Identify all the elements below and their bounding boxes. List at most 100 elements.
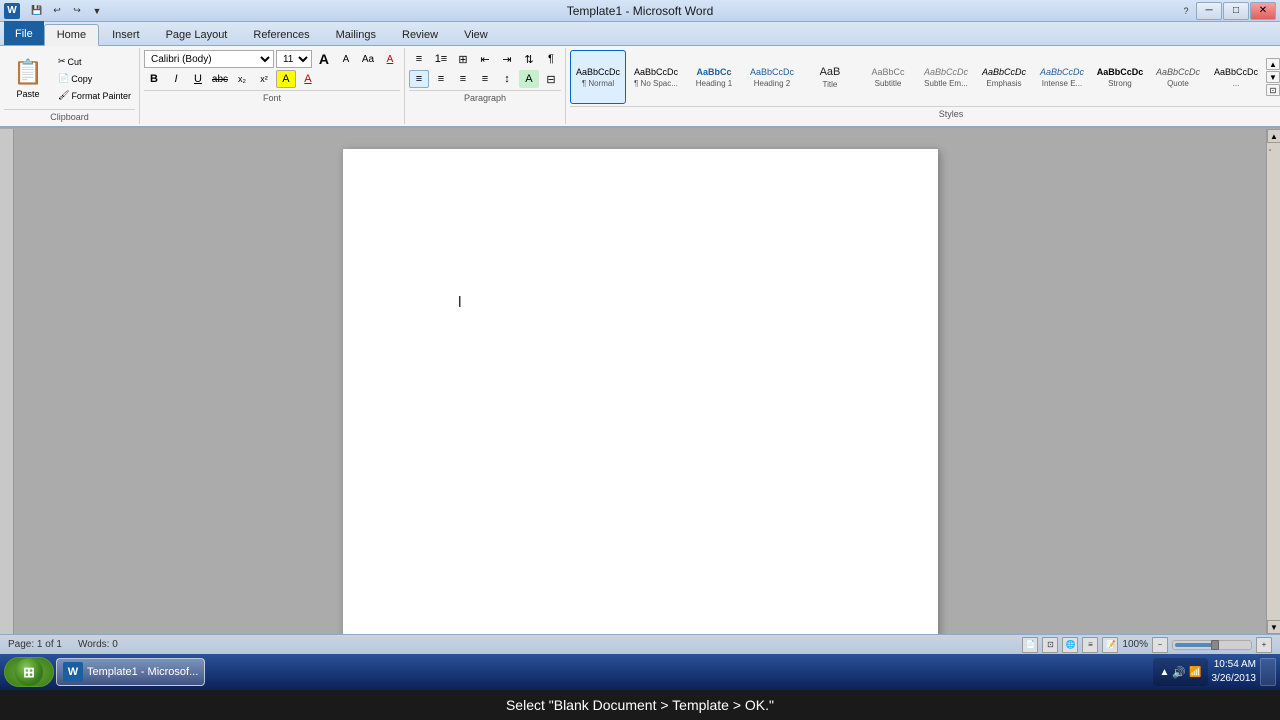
show-desktop-btn[interactable]: [1260, 658, 1276, 686]
gallery-up-btn[interactable]: ▲: [1266, 58, 1280, 70]
multilevel-btn[interactable]: ⊞: [453, 50, 473, 68]
clipboard-small-buttons: ✂ Cut 📄 Copy 🖌 Format Painter: [54, 54, 135, 103]
help-btn[interactable]: ?: [1177, 2, 1195, 20]
tab-insert[interactable]: Insert: [99, 23, 153, 45]
format-painter-button[interactable]: 🖌 Format Painter: [54, 88, 135, 103]
style-title-preview: AaB: [820, 66, 841, 78]
style-heading2-name: Heading 2: [754, 79, 790, 88]
decrease-indent-btn[interactable]: ⇤: [475, 50, 495, 68]
show-para-marks-btn[interactable]: ¶: [541, 50, 561, 68]
style-heading1[interactable]: AaBbCc Heading 1: [686, 50, 742, 104]
draft-view-btn[interactable]: 📝: [1102, 637, 1118, 653]
zoom-in-btn[interactable]: +: [1256, 637, 1272, 653]
align-right-btn[interactable]: ≡: [453, 70, 473, 88]
style-more-name: ...: [1233, 79, 1240, 88]
clear-format-btn[interactable]: A: [380, 50, 400, 68]
style-intense-e[interactable]: AaBbCcDc Intense E...: [1034, 50, 1090, 104]
style-emphasis[interactable]: AaBbCcDc Emphasis: [976, 50, 1032, 104]
document-area[interactable]: ▲ ▼ I: [0, 129, 1280, 634]
zoom-level: 100%: [1122, 639, 1148, 650]
minimize-btn[interactable]: ─: [1196, 2, 1222, 20]
tab-view[interactable]: View: [451, 23, 501, 45]
scroll-up-btn[interactable]: ▲: [1267, 129, 1280, 143]
instruction-text: Select "Blank Document > Template > OK.": [506, 697, 774, 713]
gallery-scroll: ▲ ▼ ⊡: [1266, 58, 1280, 96]
font-color-btn[interactable]: A: [298, 70, 318, 88]
tab-mailings[interactable]: Mailings: [323, 23, 389, 45]
font-size-select[interactable]: 11: [276, 50, 312, 68]
maximize-btn[interactable]: □: [1223, 2, 1249, 20]
line-spacing-btn[interactable]: ↕: [497, 70, 517, 88]
shading-btn[interactable]: A: [519, 70, 539, 88]
style-subtle-em[interactable]: AaBbCcDc Subtle Em...: [918, 50, 974, 104]
sort-btn[interactable]: ⇅: [519, 50, 539, 68]
network-icon: 📶: [1189, 667, 1201, 678]
gallery-more-btn[interactable]: ⊡: [1266, 84, 1280, 96]
subscript-btn[interactable]: x₂: [232, 70, 252, 88]
text-highlight-btn[interactable]: A: [276, 70, 296, 88]
bold-btn[interactable]: B: [144, 70, 164, 88]
change-case-btn[interactable]: Aa: [358, 50, 378, 68]
redo-quick-btn[interactable]: ↪: [68, 2, 86, 20]
style-no-spacing[interactable]: AaBbCcDc ¶ No Spac...: [628, 50, 684, 104]
style-normal[interactable]: AaBbCcDc ¶ Normal: [570, 50, 626, 104]
bullets-btn[interactable]: ≡: [409, 50, 429, 68]
style-heading2[interactable]: AaBbCcDc Heading 2: [744, 50, 800, 104]
document-page[interactable]: I: [343, 149, 938, 634]
font-family-select[interactable]: Calibri (Body): [144, 50, 274, 68]
full-screen-view-btn[interactable]: ⊡: [1042, 637, 1058, 653]
quick-access-toolbar: 💾 ↩ ↪ ▼: [28, 2, 106, 20]
start-button[interactable]: ⊞: [4, 657, 54, 687]
word-taskbar-btn[interactable]: W Template1 - Microsof...: [56, 658, 205, 686]
undo-quick-btn[interactable]: ↩: [48, 2, 66, 20]
strikethrough-btn[interactable]: abc: [210, 70, 230, 88]
word-count: Words: 0: [78, 639, 118, 650]
copy-button[interactable]: 📄 Copy: [54, 71, 135, 86]
align-center-btn[interactable]: ≡: [431, 70, 451, 88]
grow-font-btn[interactable]: A: [314, 50, 334, 68]
font-group-content: Calibri (Body) 11 A A Aa A B I U abc x₂: [144, 50, 400, 88]
web-layout-view-btn[interactable]: 🌐: [1062, 637, 1078, 653]
style-quote-name: Quote: [1167, 79, 1189, 88]
scroll-thumb[interactable]: [1269, 149, 1271, 151]
zoom-out-btn[interactable]: −: [1152, 637, 1168, 653]
underline-btn[interactable]: U: [188, 70, 208, 88]
shrink-font-btn[interactable]: A: [336, 50, 356, 68]
font-group: Calibri (Body) 11 A A Aa A B I U abc x₂: [140, 48, 405, 124]
style-strong[interactable]: AaBbCcDc Strong: [1092, 50, 1148, 104]
tray-icon1: ▲: [1159, 667, 1169, 678]
style-subtitle[interactable]: AaBbCc Subtitle: [860, 50, 916, 104]
cut-button[interactable]: ✂ Cut: [54, 54, 135, 69]
tab-review[interactable]: Review: [389, 23, 451, 45]
font-label: Font: [144, 90, 400, 103]
speaker-icon: 🔊: [1172, 666, 1186, 679]
paste-button[interactable]: 📋 Paste: [4, 55, 52, 103]
style-quote[interactable]: AaBbCcDc Quote: [1150, 50, 1206, 104]
tab-file[interactable]: File: [4, 21, 44, 45]
styles-group: AaBbCcDc ¶ Normal AaBbCcDc ¶ No Spac... …: [566, 48, 1280, 124]
numbering-btn[interactable]: 1≡: [431, 50, 451, 68]
gallery-down-btn[interactable]: ▼: [1266, 71, 1280, 83]
increase-indent-btn[interactable]: ⇥: [497, 50, 517, 68]
word-taskbar-icon: W: [63, 662, 83, 682]
align-left-btn[interactable]: ≡: [409, 70, 429, 88]
style-more[interactable]: AaBbCcDc ...: [1208, 50, 1264, 104]
tab-home[interactable]: Home: [44, 24, 99, 46]
scroll-down-btn[interactable]: ▼: [1267, 620, 1280, 634]
zoom-slider-thumb[interactable]: [1211, 640, 1219, 650]
print-layout-view-btn[interactable]: 📄: [1022, 637, 1038, 653]
close-btn[interactable]: ✕: [1250, 2, 1276, 20]
borders-btn[interactable]: ⊟: [541, 70, 561, 88]
outline-view-btn[interactable]: ≡: [1082, 637, 1098, 653]
title-bar-left: W 💾 ↩ ↪ ▼: [4, 2, 106, 20]
tab-page-layout[interactable]: Page Layout: [153, 23, 241, 45]
superscript-btn[interactable]: x²: [254, 70, 274, 88]
tab-references[interactable]: References: [240, 23, 322, 45]
italic-btn[interactable]: I: [166, 70, 186, 88]
customize-quick-btn[interactable]: ▼: [88, 2, 106, 20]
word-taskbar-label: Template1 - Microsof...: [87, 666, 198, 678]
justify-btn[interactable]: ≡: [475, 70, 495, 88]
save-quick-btn[interactable]: 💾: [28, 2, 46, 20]
zoom-slider[interactable]: [1172, 640, 1252, 650]
style-title[interactable]: AaB Title: [802, 50, 858, 104]
